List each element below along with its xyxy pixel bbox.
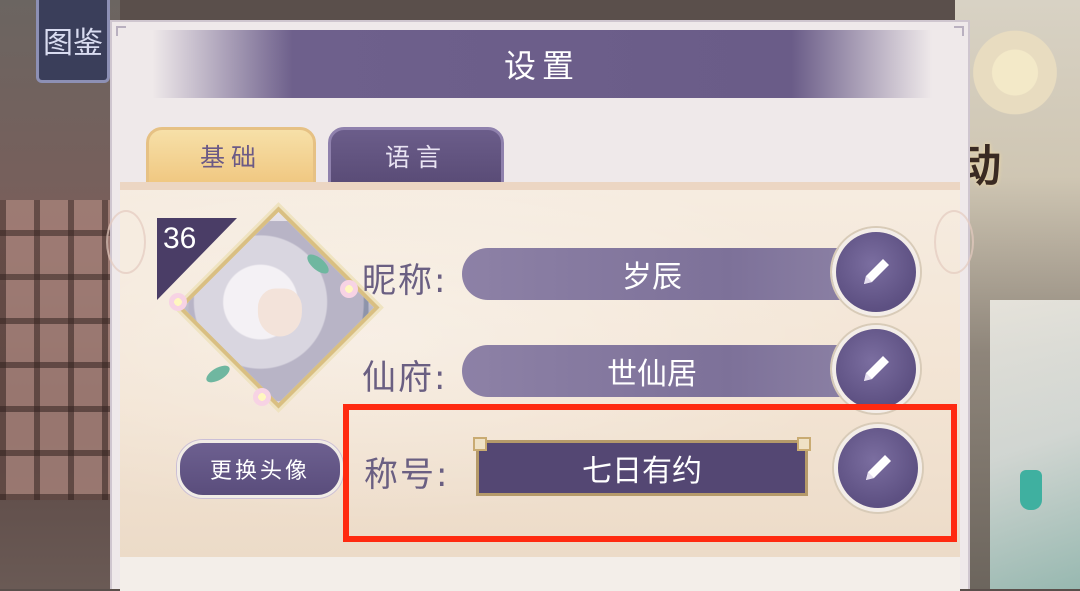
corner-ornament-right — [934, 210, 974, 274]
level-value: 36 — [163, 222, 197, 255]
background-left — [0, 0, 120, 589]
pencil-icon — [864, 259, 889, 284]
avatar-frame: 36 — [155, 206, 380, 428]
edit-nickname-button[interactable] — [832, 228, 920, 316]
panel-title: 设置 — [503, 47, 580, 85]
title-label: 称号: — [364, 455, 450, 495]
tab-basic[interactable]: 基础 — [146, 127, 316, 185]
content-footer — [120, 557, 960, 591]
pencil-icon — [864, 356, 889, 381]
title-bar: 设置 — [152, 30, 932, 98]
edit-residence-button[interactable] — [832, 325, 920, 413]
flower-icon — [253, 388, 271, 406]
background-right: 动 — [955, 0, 1080, 589]
background-character-robe — [990, 300, 1080, 589]
nickname-label: 昵称: — [362, 261, 448, 301]
residence-field: 世仙居 — [462, 345, 842, 397]
flower-icon — [169, 293, 187, 311]
change-avatar-button[interactable]: 更换头像 — [177, 440, 343, 498]
edit-title-button[interactable] — [834, 424, 922, 512]
avatar-face — [257, 288, 302, 337]
residence-label: 仙府: — [362, 358, 448, 398]
background-flower — [970, 12, 1060, 122]
jade-pendant-icon — [1020, 470, 1042, 510]
background-badge: 图鉴 — [36, 0, 110, 83]
leaf-icon — [203, 362, 233, 386]
flower-icon — [340, 280, 358, 298]
title-field: 七日有约 — [473, 437, 811, 496]
tab-language[interactable]: 语言 — [328, 127, 504, 185]
background-lattice-window — [0, 200, 115, 500]
corner-ornament-left — [106, 210, 146, 274]
nickname-field: 岁辰 — [462, 248, 842, 300]
pencil-icon — [866, 455, 891, 480]
